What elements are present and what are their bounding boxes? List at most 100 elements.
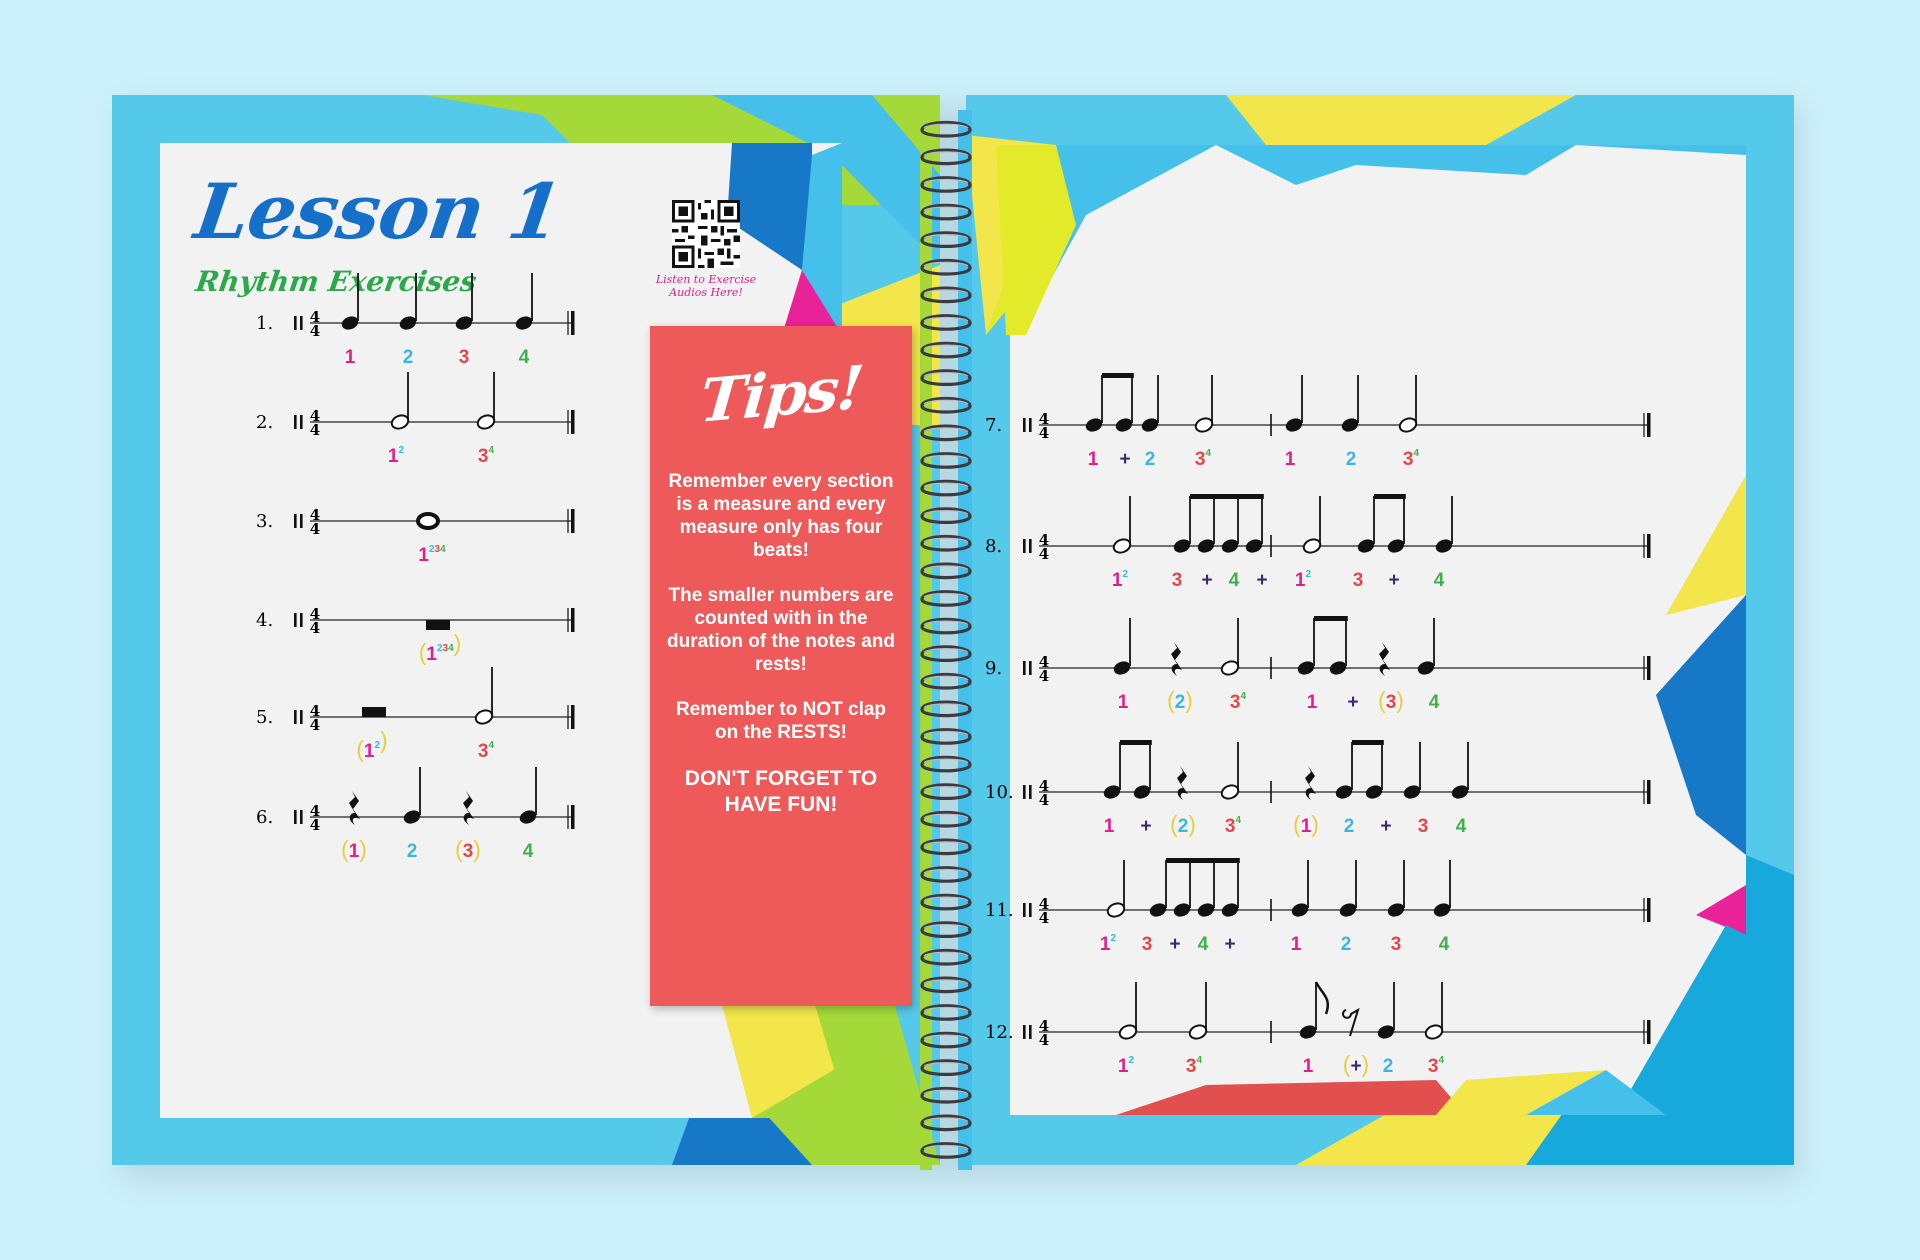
beat-count: 2	[407, 841, 418, 862]
whole-note	[416, 512, 440, 530]
beat-sup: 2	[1306, 569, 1312, 580]
beam	[1166, 858, 1240, 863]
clef-bar	[1023, 903, 1026, 917]
exercise-label: 6.	[256, 807, 273, 828]
beat-number: +	[1380, 816, 1391, 837]
exercise-label: 4.	[256, 610, 273, 631]
beat-count: 1	[1118, 692, 1129, 713]
half-rest	[362, 707, 386, 717]
staff-11: 4411.	[985, 858, 1651, 927]
exercise-label: 9.	[985, 658, 1002, 679]
beat-count: 4	[1229, 570, 1240, 591]
beat-count: 1	[1303, 1056, 1314, 1077]
clef-bar	[300, 415, 303, 429]
beat-count: 4	[1198, 934, 1209, 955]
staff-4: 444.	[256, 605, 575, 637]
staff-5: 445.	[256, 667, 575, 734]
time-signature-bottom: 4	[1039, 545, 1049, 563]
clef-bar	[1029, 1025, 1032, 1039]
beat-number: 2	[1344, 816, 1355, 837]
exercise-label: 7.	[985, 415, 1002, 436]
final-barline-thick	[1647, 1020, 1651, 1044]
beat-number: 2	[1178, 816, 1189, 837]
paren: )	[1396, 687, 1404, 713]
right-page: 4 4 7. 1 +2 34 1 2 34 4 4 8. 12 3 +4 +12 3 +4 4 4 9. 1 (2) 34 1 +…	[966, 95, 1794, 1165]
time-signature-bottom: 4	[310, 619, 320, 637]
clef-bar	[300, 613, 303, 627]
beat-number: 3	[1172, 570, 1183, 591]
beat-count: 34	[1225, 815, 1242, 837]
beat-count: 4	[523, 841, 534, 862]
beat-count: 4	[1429, 692, 1440, 713]
beat-number: +	[1169, 934, 1180, 955]
exercise-label: 2.	[256, 412, 273, 433]
beat-count: 12	[1295, 569, 1312, 591]
beat-number: +	[1347, 692, 1358, 713]
beat-number: 3	[1353, 570, 1364, 591]
beat-count: 1234	[418, 544, 446, 566]
quarter-rest	[1379, 642, 1390, 676]
beat-count: 1	[1285, 449, 1296, 470]
clef-bar	[1029, 418, 1032, 432]
beat-number: 4	[1229, 570, 1240, 591]
tips-card: Tips! Remember every section is a measur…	[650, 326, 912, 1006]
quarter-rest	[1171, 642, 1182, 676]
beat-number: +	[1388, 570, 1399, 591]
beat-number: 1	[1118, 1056, 1129, 1077]
final-barline-thick	[571, 410, 575, 434]
beat-sup: 2	[1129, 1055, 1135, 1066]
beat-count: (2)	[1167, 687, 1193, 713]
beat-number: 1	[1285, 449, 1296, 470]
clef-bar	[1023, 418, 1026, 432]
beat-count: 1	[345, 347, 356, 368]
clef-bar	[1029, 903, 1032, 917]
beat-number: 3	[1391, 934, 1402, 955]
paren: )	[359, 836, 367, 862]
beat-sup: 4	[1236, 815, 1242, 826]
staff-1: 441.	[256, 273, 575, 340]
clef-bar	[1023, 1025, 1026, 1039]
exercise-label: 5.	[256, 707, 273, 728]
clef-bar	[294, 613, 297, 627]
final-barline-thick	[1647, 534, 1651, 558]
clef-bar	[1029, 785, 1032, 799]
staff-9: 449.	[985, 616, 1651, 685]
beat-count: +	[1380, 816, 1391, 837]
beat-count: 4	[519, 347, 530, 368]
beat-number: +	[1201, 570, 1212, 591]
clef-bar	[300, 810, 303, 824]
paren: )	[1362, 1051, 1370, 1077]
beat-number: 3	[1142, 934, 1153, 955]
final-barline-thick	[1647, 898, 1651, 922]
staff-12: 4412.	[985, 981, 1651, 1049]
beat-number: 3	[1418, 816, 1429, 837]
time-signature-bottom: 4	[1039, 1031, 1049, 1049]
beat-number: 2	[1175, 692, 1186, 713]
staff-3: 443.	[256, 506, 575, 538]
beat-sup: 4	[1439, 1055, 1445, 1066]
beam	[1190, 494, 1264, 499]
beat-count: 12	[388, 445, 405, 467]
final-barline-thick	[571, 311, 575, 335]
beat-sup: 4	[440, 544, 446, 555]
final-barline-thick	[571, 608, 575, 632]
beat-count: 2	[1344, 816, 1355, 837]
beat-count: 3	[1391, 934, 1402, 955]
beam	[1352, 740, 1384, 745]
beat-number: 1	[1301, 816, 1312, 837]
clef-bar	[294, 514, 297, 528]
staff-7: 447.	[985, 373, 1651, 442]
final-barline-thick	[571, 509, 575, 533]
beat-sup: 4	[1197, 1055, 1203, 1066]
clef-bar	[294, 710, 297, 724]
beat-count: 1	[1307, 692, 1318, 713]
clef-bar	[294, 415, 297, 429]
beat-count: 12	[1100, 933, 1117, 955]
beat-number: +	[1350, 1056, 1361, 1077]
beat-sup: 4	[1206, 448, 1212, 459]
paren: )	[454, 630, 462, 656]
beat-number: 3	[1186, 1056, 1197, 1077]
beat-count: 3	[459, 347, 470, 368]
beat-count: 1	[1088, 449, 1099, 470]
beat-count: +	[1169, 934, 1180, 955]
